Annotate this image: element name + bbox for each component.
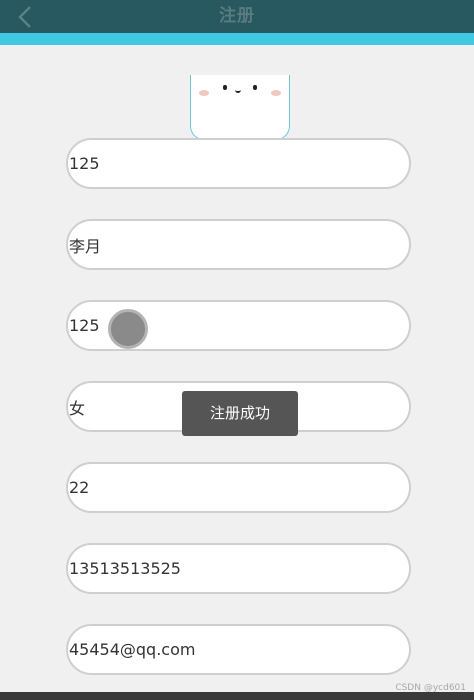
email-input[interactable] bbox=[68, 626, 409, 673]
touch-indicator bbox=[108, 309, 148, 349]
avatar-blush-right bbox=[271, 90, 281, 96]
app-header: 注册 bbox=[0, 0, 474, 33]
name-field[interactable] bbox=[66, 219, 411, 270]
avatar-eye-right bbox=[253, 85, 257, 90]
name-input[interactable] bbox=[68, 221, 409, 268]
account-field[interactable] bbox=[66, 138, 411, 189]
account-input[interactable] bbox=[68, 140, 409, 187]
email-field[interactable] bbox=[66, 624, 411, 675]
age-input[interactable] bbox=[68, 464, 409, 511]
watermark: CSDN @ycd601 bbox=[395, 683, 466, 693]
toast-message: 注册成功 bbox=[182, 391, 298, 436]
avatar-blush-left bbox=[199, 90, 209, 96]
avatar-mouth bbox=[235, 88, 241, 93]
age-field[interactable] bbox=[66, 462, 411, 513]
phone-input[interactable] bbox=[68, 545, 409, 592]
avatar bbox=[190, 75, 290, 140]
avatar-eye-left bbox=[223, 85, 227, 90]
phone-field[interactable] bbox=[66, 543, 411, 594]
page-title: 注册 bbox=[219, 6, 255, 26]
bottom-bar bbox=[0, 692, 474, 700]
accent-strip bbox=[0, 33, 474, 45]
